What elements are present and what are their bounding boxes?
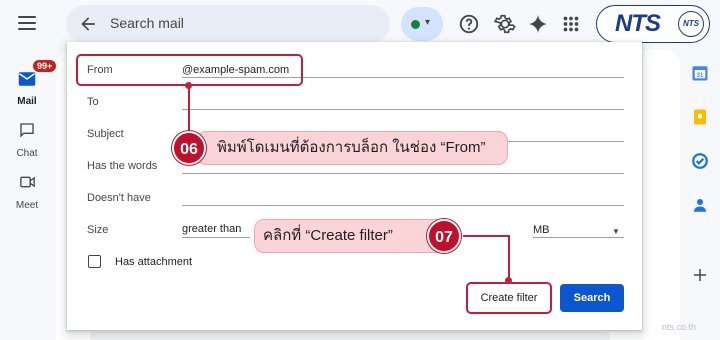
apps-grid-icon[interactable] [560,13,582,35]
connector-line [508,235,510,279]
rail-label-mail: Mail [17,96,37,107]
rail-item-chat[interactable]: Chat [0,120,54,159]
arrow-back-icon[interactable] [78,14,98,34]
rail-item-mail[interactable]: 99+ Mail [0,60,57,107]
unread-count-badge: 99+ [33,60,57,72]
has-words-field[interactable] [182,173,624,174]
to-field[interactable] [182,109,624,110]
plus-icon[interactable] [691,266,709,284]
gear-icon[interactable] [494,13,516,35]
subject-label: Subject [87,128,124,140]
watermark: nts.co.th [662,322,697,332]
background-row [90,332,610,340]
status-dot [411,20,420,29]
mail-icon [18,72,36,86]
status-indicator[interactable]: ▾ [401,7,443,41]
keep-icon[interactable] [691,108,709,126]
brand-badge: NTS [678,11,704,37]
connector-dot [505,277,512,284]
size-label: Size [87,224,109,236]
search-bar[interactable] [66,5,390,43]
video-icon [20,176,35,188]
has-attachment-checkbox[interactable] [88,255,101,268]
tasks-icon[interactable] [691,152,709,170]
size-operator-select[interactable]: greater than [182,223,241,235]
rail-item-meet[interactable]: Meet [0,172,54,211]
chevron-down-icon[interactable]: ▼ [612,227,620,236]
doesnt-have-label: Doesn't have [87,192,151,204]
step-07-callout: คลิกที่ “Create filter” [254,219,450,253]
sparkle-icon[interactable] [527,13,549,35]
side-panel-rail: 31 [680,50,720,340]
chat-icon [20,123,34,138]
brand-logo-text: NTS [615,10,661,37]
to-label: To [87,96,99,108]
brand-logo[interactable]: NTS NTS [596,5,710,43]
help-icon[interactable] [458,13,480,35]
search-button[interactable]: Search [560,284,624,312]
chevron-down-icon: ▾ [425,17,431,28]
has-words-label: Has the words [87,160,158,172]
calendar-icon[interactable]: 31 [691,64,709,82]
svg-text:31: 31 [697,73,704,79]
size-unit-underline [533,237,624,238]
size-unit-select[interactable]: MB [533,224,550,236]
search-input[interactable] [110,15,360,31]
connector-line [463,235,510,237]
contacts-icon[interactable] [691,196,709,214]
rail-label-meet: Meet [15,200,39,211]
hamburger-icon[interactable] [18,16,36,30]
doesnt-have-field[interactable] [182,205,624,206]
create-filter-highlight [466,282,552,314]
step-06-callout: พิมพ์โดเมนที่ต้องการบล็อก ในช่อง “From” [196,131,508,165]
has-attachment-label: Has attachment [115,256,193,268]
step-06-badge: 06 [172,131,206,165]
step-07-badge: 07 [427,219,461,253]
size-operator-underline [182,237,250,238]
rail-label-chat: Chat [16,148,38,159]
